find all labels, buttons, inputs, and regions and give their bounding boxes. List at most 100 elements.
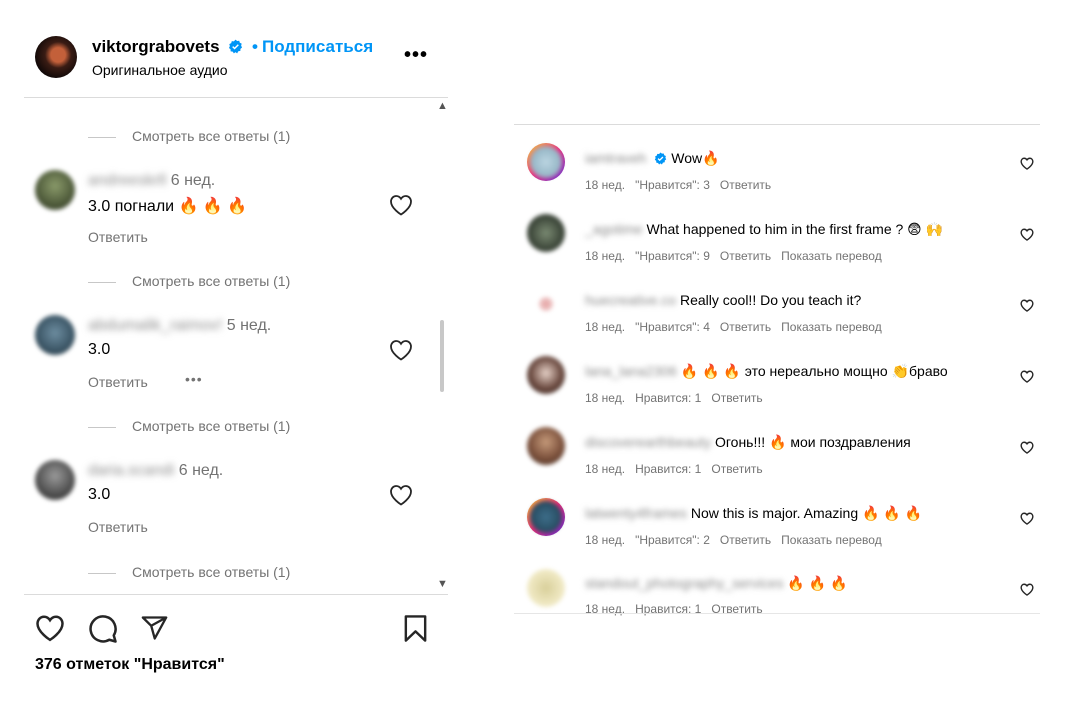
replies-dash [88,572,116,574]
post-header-line: viktorgrabovets • Подписаться [92,37,373,57]
comment-avatar[interactable] [527,214,565,252]
comment-text: 🔥 🔥 🔥 [787,575,848,591]
share-send-icon[interactable] [140,614,169,642]
comment-meta: 18 нед. Нравится: 1 Ответить [585,462,773,476]
view-replies-link[interactable]: Смотреть все ответы (1) [88,128,290,144]
comment-line: _agotime What happened to him in the fir… [585,221,943,238]
comment-text: Огонь!!! 🔥 мои поздравления [714,434,911,450]
comment-username[interactable]: iamtraveh [585,150,646,166]
comment-avatar[interactable] [527,498,565,536]
comment-text: 3.0 [88,486,111,503]
comments-bottom-divider [514,613,1040,614]
like-heart-icon[interactable] [1020,370,1034,383]
comment-line: huecreative.co Really cool!! Do you teac… [585,292,861,308]
comment-username[interactable]: discoverearthbeauty [585,434,711,450]
comment-username[interactable]: standout_photography_services [585,575,783,591]
comment-text: 3.0 погнали 🔥 🔥 🔥 [88,198,248,215]
comment-line: iamtraveh Wow🔥 [585,150,720,167]
comment-time: 18 нед. [585,533,626,547]
like-heart-icon[interactable] [1020,583,1034,596]
like-heart-icon[interactable] [1020,157,1034,170]
comment-bubble-icon[interactable] [88,614,118,644]
like-heart-icon[interactable] [389,339,413,361]
comment-likes[interactable]: "Нравится": 2 [635,533,710,547]
comment-text: Now this is major. Amazing 🔥 🔥 🔥 [690,505,923,521]
comment-time: 5 нед. [226,317,272,334]
reply-button[interactable]: Ответить [720,249,771,263]
like-heart-icon[interactable] [1020,228,1034,241]
comment-meta: 18 нед. Нравится: 1 Ответить [585,391,773,405]
comment-time: 18 нед. [585,178,626,192]
like-heart-icon[interactable] [35,614,65,642]
header-divider [24,97,448,98]
post-comments-panel: viktorgrabovets • Подписаться Оригинально… [0,0,460,713]
comment-options-button[interactable]: ••• [185,371,203,387]
reply-button[interactable]: Ответить [711,391,762,405]
view-replies-link[interactable]: Смотреть все ответы (1) [88,564,290,580]
comment-username[interactable]: _agotime [585,221,643,237]
comment-likes[interactable]: Нравится: 1 [635,462,701,476]
likes-count[interactable]: 376 отметок "Нравится" [35,656,225,674]
reply-button[interactable]: Ответить [720,533,771,547]
comment-avatar[interactable] [527,427,565,465]
comment-line: latwenty4frames Now this is major. Amazi… [585,505,922,522]
like-heart-icon[interactable] [1020,299,1034,312]
comment-avatar[interactable] [35,460,75,500]
reply-button[interactable]: Ответить [88,229,148,245]
subscribe-button[interactable]: Подписаться [262,37,373,56]
reply-button[interactable]: Ответить [88,519,148,535]
comment-username[interactable]: lana_lana2306 [585,363,677,379]
comment-likes[interactable]: "Нравится": 9 [635,249,710,263]
comment-avatar[interactable] [527,285,565,323]
view-replies-label: Смотреть все ответы (1) [132,418,291,434]
comment-meta: 18 нед. "Нравится": 3 Ответить [585,178,781,192]
reply-button[interactable]: Ответить [720,178,771,192]
verified-badge-icon [655,152,667,165]
comment-text: 🔥 🔥 🔥 это нереально мощно 👏браво [680,363,948,379]
bookmark-save-icon[interactable] [403,614,428,643]
comment-username[interactable]: latwenty4frames [585,505,687,521]
comment-time: 6 нед. [178,462,224,479]
author-avatar[interactable] [35,36,77,78]
comment-likes[interactable]: "Нравится": 4 [635,320,710,334]
like-heart-icon[interactable] [1020,512,1034,525]
comment-time: 18 нед. [585,249,626,263]
like-heart-icon[interactable] [1020,441,1034,454]
comment-avatar[interactable] [527,356,565,394]
comment-avatar[interactable] [35,315,75,355]
reply-button[interactable]: Ответить [711,462,762,476]
audio-label[interactable]: Оригинальное аудио [92,62,228,78]
show-translation-link[interactable]: Показать перевод [781,533,882,547]
more-options-button[interactable]: ••• [404,44,428,67]
comment-likes[interactable]: "Нравится": 3 [635,178,710,192]
comment-time: 18 нед. [585,320,626,334]
show-translation-link[interactable]: Показать перевод [781,249,882,263]
comment-time: 6 нед. [170,172,216,189]
comment-text: Wow🔥 [671,150,720,166]
show-translation-link[interactable]: Показать перевод [781,320,882,334]
comment-username[interactable]: daria.scandi [88,462,174,479]
replies-dash [88,281,116,283]
like-heart-icon[interactable] [389,484,413,506]
comment-avatar[interactable] [527,143,565,181]
author-username[interactable]: viktorgrabovets [92,37,220,56]
comment-username[interactable]: huecreative.co [585,292,676,308]
comment-line: discoverearthbeauty Огонь!!! 🔥 мои поздр… [585,434,911,451]
like-heart-icon[interactable] [389,194,413,216]
comment-username[interactable]: abdumalik_raimov! [88,317,222,334]
comment-username[interactable]: andreeskrll [88,172,166,189]
scroll-down-arrow-icon[interactable]: ▼ [437,578,448,590]
comment-avatar[interactable] [527,569,565,607]
scrollbar-thumb[interactable] [440,320,444,392]
view-replies-link[interactable]: Смотреть все ответы (1) [88,418,290,434]
comment-avatar[interactable] [35,170,75,210]
comment-meta: 18 нед. "Нравится": 4 Ответить Показать пер… [585,320,892,334]
view-replies-link[interactable]: Смотреть все ответы (1) [88,273,290,289]
comment-likes[interactable]: Нравится: 1 [635,391,701,405]
scroll-up-arrow-icon[interactable]: ▲ [437,100,448,112]
comment-text: 3.0 [88,341,111,358]
reply-button[interactable]: Ответить [720,320,771,334]
reply-button[interactable]: Ответить [88,374,148,390]
comment-header: daria.scandi 6 нед. [88,462,223,480]
view-replies-label: Смотреть все ответы (1) [132,128,291,144]
